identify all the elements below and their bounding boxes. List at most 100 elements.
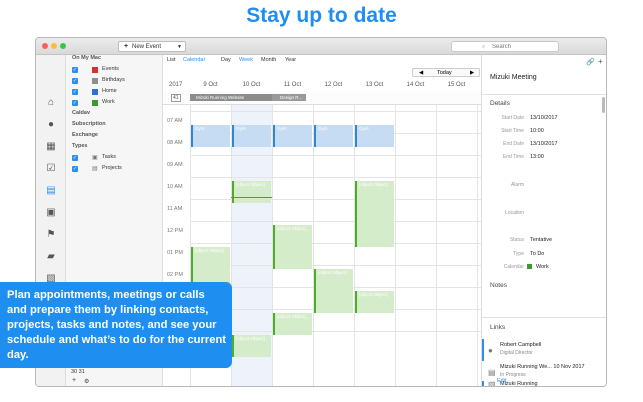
color-swatch	[92, 89, 98, 95]
add-calendar-button[interactable]: +	[72, 377, 76, 384]
calendar-event[interactable]: [object Object]	[314, 269, 353, 313]
today-button[interactable]: Today	[437, 69, 452, 77]
calendar-label: Birthdays	[102, 77, 125, 83]
hour-line	[190, 111, 481, 112]
column-divider	[477, 105, 478, 386]
search-icon: ⌕	[482, 44, 486, 50]
day-header[interactable]: 10 Oct	[231, 82, 272, 88]
field-key: Start Time	[501, 128, 524, 134]
day-header[interactable]: 12 Oct	[313, 82, 354, 88]
notes-heading: Notes	[490, 282, 507, 289]
contacts-icon[interactable]: ●	[45, 119, 57, 131]
group-subscription[interactable]: Subscription	[72, 121, 106, 127]
tab-calendar[interactable]: Calendar	[183, 57, 205, 63]
promo-text: Plan appointments, meetings or calls and…	[7, 289, 227, 361]
link-title: Robert Campbell	[500, 342, 542, 348]
range-year[interactable]: Year	[285, 57, 296, 63]
type-value[interactable]: To Do	[530, 251, 544, 257]
calendar-event[interactable]: [object Object]	[355, 291, 394, 313]
close-icon[interactable]	[42, 43, 48, 49]
column-divider	[313, 105, 314, 386]
chevron-left-icon[interactable]: ◀	[419, 69, 423, 77]
notes-icon[interactable]: ▰	[45, 251, 57, 263]
checkbox-icon[interactable]: ✓	[72, 155, 78, 161]
calendar-event[interactable]: Gym	[314, 125, 353, 147]
range-week[interactable]: Week	[239, 57, 253, 63]
status-value[interactable]: Tentative	[530, 237, 552, 243]
hour-line	[190, 177, 481, 178]
time-label: 11 AM	[167, 206, 183, 212]
time-label: 08 AM	[167, 140, 183, 146]
checkbox-icon[interactable]: ✓	[72, 100, 78, 106]
new-event-button[interactable]: + New Event ▼	[118, 41, 186, 52]
document-icon: ▧	[488, 380, 496, 387]
current-time-indicator	[231, 197, 272, 198]
calendar-event[interactable]: Gym	[273, 125, 312, 147]
calendar-icon[interactable]: ▤	[45, 185, 57, 197]
year-label: 2017	[169, 82, 183, 88]
chevron-down-icon[interactable]: ▼	[177, 42, 182, 52]
link-icon[interactable]: 🔗	[586, 58, 595, 66]
detail-panel: 🔗 + Mizuki Meeting Details Start Date 13…	[481, 55, 606, 387]
link-item[interactable]: ● Robert Campbell Digital Director	[482, 339, 602, 361]
location-label: Location	[505, 210, 524, 216]
end-time-value[interactable]: 13:00	[530, 154, 544, 160]
calendar-event[interactable]: Gym	[355, 125, 394, 147]
calendar-event[interactable]: Gym	[232, 125, 271, 147]
app-root: Stay up to date + New Event ▼ ⌕ ⌂ ● ▦ ☑ …	[0, 0, 643, 402]
view-switcher: List Calendar Day Week Month Year	[163, 56, 481, 66]
signs-icon[interactable]: ⚑	[45, 229, 57, 241]
day-header[interactable]: 14 Oct	[395, 82, 436, 88]
end-date-value[interactable]: 13/10/2017	[530, 141, 558, 147]
zoom-icon[interactable]	[60, 43, 66, 49]
checkbox-icon[interactable]: ✓	[72, 78, 78, 84]
calendar-value[interactable]: Work	[536, 264, 549, 270]
day-header[interactable]: 9 Oct	[190, 82, 231, 88]
hour-line	[190, 265, 481, 266]
search-input[interactable]	[492, 42, 552, 51]
allday-event[interactable]: Design R...	[272, 94, 306, 101]
color-swatch	[92, 100, 98, 106]
start-date-value[interactable]: 13/10/2017	[530, 115, 558, 121]
work-color-swatch	[527, 264, 532, 269]
checkbox-icon[interactable]: ✓	[72, 67, 78, 73]
company-icon[interactable]: ▦	[45, 141, 57, 153]
range-day[interactable]: Day	[221, 57, 231, 63]
gear-icon[interactable]: ⚙	[84, 378, 89, 385]
day-header[interactable]: 15 Oct	[436, 82, 477, 88]
calendar-label: Home	[102, 88, 117, 94]
start-time-value[interactable]: 10:00	[530, 128, 544, 134]
home-icon[interactable]: ⌂	[45, 97, 57, 109]
event-title: Mizuki Meeting	[490, 74, 537, 81]
color-swatch	[92, 67, 98, 73]
group-caldav[interactable]: Caldav	[72, 110, 90, 116]
links-heading: Links	[490, 324, 506, 331]
calendar-event[interactable]: [object Object]	[232, 335, 271, 357]
group-exchange[interactable]: Exchange	[72, 132, 98, 138]
projects-icon[interactable]: ▣	[45, 207, 57, 219]
checkbox-icon[interactable]: ✓	[72, 89, 78, 95]
calendar-event[interactable]: [object Object]	[355, 181, 394, 247]
hour-line	[190, 155, 481, 156]
calendar-event[interactable]: [object Object]	[232, 181, 271, 203]
calendar-event[interactable]: [object Object]	[273, 225, 312, 269]
search-field[interactable]: ⌕	[451, 41, 559, 52]
checkbox-icon[interactable]: ✓	[72, 166, 78, 172]
calendar-event[interactable]: [object Object]	[273, 313, 312, 335]
group-types[interactable]: Types	[72, 143, 88, 149]
scrollbar[interactable]	[602, 97, 605, 113]
projects-type-icon: ▤	[92, 166, 98, 172]
time-label: 09 AM	[167, 162, 183, 168]
divider	[482, 94, 606, 95]
chevron-right-icon[interactable]: ▶	[470, 69, 474, 77]
calendar-event[interactable]: Gym	[191, 125, 230, 147]
person-icon: ●	[488, 346, 493, 355]
day-header[interactable]: 13 Oct	[354, 82, 395, 88]
edit-links-button[interactable]: Edit	[497, 378, 506, 384]
add-icon[interactable]: +	[598, 57, 603, 66]
day-header[interactable]: 11 Oct	[272, 82, 313, 88]
minimize-icon[interactable]	[51, 43, 57, 49]
range-month[interactable]: Month	[261, 57, 276, 63]
tasks-icon[interactable]: ☑	[45, 163, 57, 175]
tab-list[interactable]: List	[167, 57, 176, 63]
